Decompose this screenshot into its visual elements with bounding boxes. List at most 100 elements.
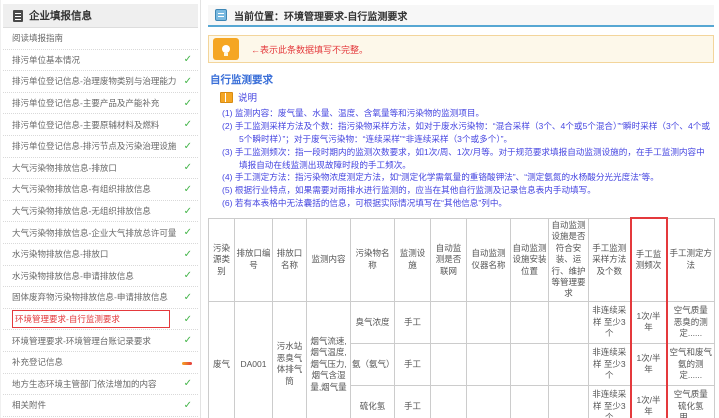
note-header: 说明: [220, 90, 714, 104]
sidebar-item[interactable]: 大气污染物排放信息-排放口 ✓: [3, 158, 198, 180]
note-line: (5) 根据行业特点，如果需要对雨排水进行监测的，应当在其他自行监测及记录信息表…: [222, 185, 596, 196]
note-line: (4) 手工测定方法：指污染物浓度测定方法，如“测定化学需氧量的重铬酸钾法”、“…: [222, 172, 659, 183]
check-icon: ✓: [183, 399, 192, 411]
sidebar-item[interactable]: 排污单位登记信息-主要产品及产能补充 ✓: [3, 93, 198, 115]
cell-auto-compliant: [548, 300, 589, 344]
col-header: 监测设施: [394, 217, 431, 302]
cell-outlet-no: DA001: [234, 300, 273, 418]
cell-pollutant: 氨（氨气）: [350, 342, 395, 386]
col-header: 排放口名称: [272, 217, 307, 302]
sidebar-item[interactable]: 地方生态环境主管部门依法增加的内容 ✓: [3, 374, 198, 396]
col-header: 污染物名称: [350, 217, 395, 302]
cell-method: 空气质量 恶臭的测定......: [666, 300, 715, 344]
sidebar-item[interactable]: 水污染物排放信息-申请排放信息 ✓: [3, 266, 198, 288]
check-icon: ✓: [183, 227, 192, 239]
check-icon: ✓: [183, 75, 192, 87]
sidebar-item-current[interactable]: 环境管理要求-自行监测要求 ✓: [3, 309, 198, 331]
col-header: 自动监测是否联网: [430, 217, 467, 302]
cell-sampling: 非连续采样 至少3个: [588, 300, 631, 344]
sidebar-item[interactable]: 大气污染物排放信息-有组织排放信息 ✓: [3, 179, 198, 201]
sidebar-item[interactable]: 大气污染物排放信息-无组织排放信息 ✓: [3, 201, 198, 223]
col-header: 污染源类别: [208, 217, 235, 302]
cell-auto-compliant: [548, 342, 589, 386]
sidebar-item-label: 大气污染物排放信息-有组织排放信息: [12, 184, 151, 195]
cell-sampling: 非连续采样 至少3个: [588, 384, 631, 418]
cell-auto-device: [466, 342, 511, 386]
sidebar-item-label: 环境管理要求-自行监测要求: [12, 310, 170, 329]
sidebar-title: 企业填报信息: [29, 10, 92, 22]
check-icon: ✓: [183, 54, 192, 66]
check-icon: ✓: [183, 248, 192, 260]
sidebar-item-label: 补充登记信息: [12, 357, 64, 368]
check-icon: ✓: [183, 378, 192, 390]
sidebar-item-label: 阅读填报指南: [12, 33, 64, 44]
cell-auto-networked: [430, 300, 467, 344]
table-row: 废气 DA001 污水站恶臭气体排气筒 烟气流速,烟气温度,烟气压力,烟气含湿量…: [208, 300, 715, 418]
sidebar-item-label: 固体废弃物污染物排放信息-申请排放信息: [12, 292, 168, 303]
book-icon: [220, 91, 233, 103]
cell-monitor-content: 烟气流速,烟气温度,烟气压力,烟气含湿量,烟气量: [306, 300, 351, 418]
check-icon: ✓: [183, 313, 192, 325]
sidebar-header: 企业填报信息: [3, 4, 198, 28]
cell-outlet-name: 污水站恶臭气体排气筒: [272, 300, 307, 418]
sidebar-item[interactable]: 固体废弃物污染物排放信息-申请排放信息 ✓: [3, 287, 198, 309]
sidebar-item-label: 水污染物排放信息-排放口: [12, 249, 109, 260]
cell-pollutant: 硫化氢: [350, 384, 395, 418]
document-icon: [13, 9, 23, 22]
sidebar-item[interactable]: 阅读填报指南: [3, 28, 198, 50]
check-icon: ✓: [183, 97, 192, 109]
sidebar-item[interactable]: 排污单位基本情况 ✓: [3, 50, 198, 72]
sidebar-item[interactable]: 排污单位登记信息-排污节点及污染治理设施 ✓: [3, 136, 198, 158]
breadcrumb: 当前位置：环境管理要求-自行监测要求: [208, 5, 714, 27]
col-header: 自动监测仪器名称: [466, 217, 511, 302]
sidebar-item-label: 排污单位登记信息-排污节点及污染治理设施: [12, 141, 177, 152]
section-title: 自行监测要求: [210, 74, 273, 86]
sidebar-item-label: 排污单位登记信息-主要原辅材料及燃料: [12, 119, 160, 130]
sidebar-item-label: 排污单位基本情况: [12, 54, 81, 65]
check-icon: ✓: [183, 119, 192, 131]
check-icon: ✓: [183, 291, 192, 303]
col-header: 自动监测设施安装位置: [510, 217, 549, 302]
sidebar-item[interactable]: 水污染物排放信息-排放口 ✓: [3, 244, 198, 266]
sidebar-item[interactable]: 排污单位登记信息-治理废物类别与治理能力 ✓: [3, 71, 198, 93]
app-window: 企业填报信息 阅读填报指南 排污单位基本情况 ✓ 排污单位登记信息-治理废物类别…: [0, 0, 719, 418]
note-line: (6) 若有本表格中无法囊括的信息，可根据实际情况填写在“其他信息”列中。: [222, 198, 508, 209]
cell-method: 空气和废气 氨的测定......: [666, 342, 715, 386]
cell-frequency-highlighted: 1次/半年: [629, 342, 668, 386]
main-content: 当前位置：环境管理要求-自行监测要求 ←表示此条数据填写不完整。 自行监测要求 …: [201, 0, 719, 418]
cell-method: 空气质量 硫化氢 甲......: [666, 384, 715, 418]
cell-auto-device: [466, 384, 511, 418]
cell-auto-compliant: [548, 384, 589, 418]
check-icon: ✓: [183, 162, 192, 174]
instruction-notes: (1) 监测内容：废气量、水量、温度、含氧量等和污染物的监测项目。 (2) 手工…: [222, 107, 710, 210]
cell-frequency-highlighted: 1次/半年: [629, 384, 668, 418]
sidebar-item[interactable]: 补充登记信息: [3, 352, 198, 374]
note-line: (1) 监测内容：废气量、水量、温度、含氧量等和污染物的监测项目。: [222, 108, 485, 118]
sidebar-item[interactable]: 大气污染物排放信息-企业大气排放总许可量 ✓: [3, 222, 198, 244]
cell-frequency-highlighted: 1次/半年: [629, 300, 668, 344]
check-icon: ✓: [183, 183, 192, 195]
cell-facility: 手工: [394, 300, 431, 344]
check-icon: ✓: [183, 140, 192, 152]
cell-auto-networked: [430, 384, 467, 418]
sidebar-item-label: 大气污染物排放信息-无组织排放信息: [12, 206, 151, 217]
cell-source-type: 废气: [208, 300, 235, 418]
sidebar: 企业填报信息 阅读填报指南 排污单位基本情况 ✓ 排污单位登记信息-治理废物类别…: [0, 0, 201, 418]
sidebar-item-label: 大气污染物排放信息-企业大气排放总许可量: [12, 227, 177, 238]
check-icon: ✓: [183, 335, 192, 347]
note-line: (2) 手工监测采样方法及个数：指污染物采样方法，如对于废水污染物：“混合采样（…: [222, 120, 710, 144]
sidebar-item-label: 相关附件: [12, 400, 47, 411]
sidebar-item[interactable]: 排污单位登记信息-主要原辅材料及燃料 ✓: [3, 114, 198, 136]
cell-auto-device: [466, 300, 511, 344]
sidebar-item[interactable]: 相关附件 ✓: [3, 395, 198, 417]
col-header-highlighted: 手工监测频次: [629, 217, 668, 302]
col-header: 监测内容: [306, 217, 351, 302]
cell-auto-position: [510, 300, 549, 344]
sidebar-item-label: 地方生态环境主管部门依法增加的内容: [12, 378, 157, 389]
sidebar-item[interactable]: 环境管理要求-环境管理台账记录要求 ✓: [3, 330, 198, 352]
col-header: 排放口编号: [234, 217, 273, 302]
col-header: 手工测定方法: [666, 217, 715, 302]
notice-text: ←表示此条数据填写不完整。: [251, 44, 369, 55]
col-header: 手工监测采样方法及个数: [588, 217, 631, 302]
note-header-label: 说明: [238, 93, 258, 104]
